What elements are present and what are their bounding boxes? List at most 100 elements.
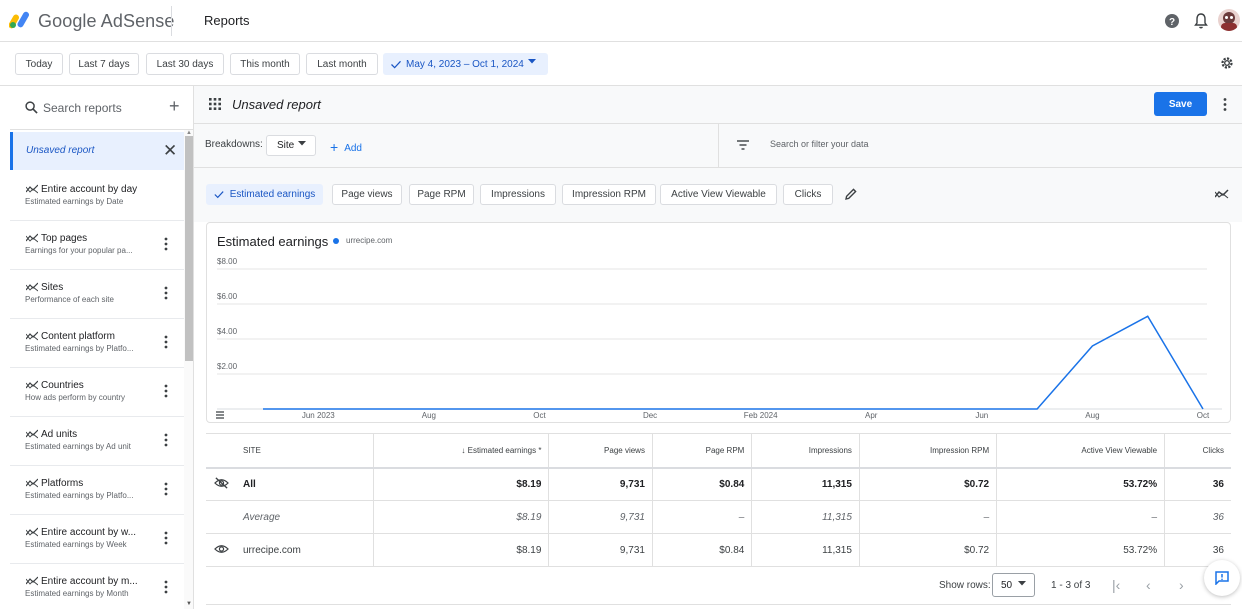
save-button[interactable]: Save	[1154, 92, 1207, 116]
report-data-table: SITE ↓ Estimated earnings * Page views P…	[206, 433, 1231, 567]
metric-impressions-chip[interactable]: Impressions	[480, 184, 556, 205]
more-vert-icon[interactable]	[164, 580, 168, 594]
sidebar-report-item[interactable]: Top pages Earnings for your popular pa...	[10, 221, 184, 270]
sidebar-report-item[interactable]: Countries How ads perform by country	[10, 368, 184, 417]
report-trend-icon	[26, 331, 38, 341]
sidebar-report-item[interactable]: Platforms Estimated earnings by Platfo...	[10, 466, 184, 515]
sidebar-report-item[interactable]: Sites Performance of each site	[10, 270, 184, 319]
col-header-site[interactable]: SITE	[206, 433, 373, 469]
search-reports[interactable]: Search reports +	[10, 86, 193, 130]
x-tick-label: Dec	[643, 411, 657, 420]
sidebar-report-item[interactable]: Entire account by w... Estimated earnings…	[10, 515, 184, 564]
report-trend-icon	[26, 478, 38, 488]
more-vert-icon[interactable]	[164, 482, 168, 496]
date-last-7-days-button[interactable]: Last 7 days	[69, 53, 139, 75]
more-vert-icon[interactable]	[164, 531, 168, 545]
help-icon[interactable]: ?	[1164, 13, 1180, 29]
prev-page-icon[interactable]: ‹	[1146, 577, 1151, 593]
more-vert-icon[interactable]	[164, 384, 168, 398]
apps-grid-icon[interactable]	[209, 98, 221, 110]
date-range-selector[interactable]: May 4, 2023 – Oct 1, 2024	[383, 53, 548, 75]
sidebar-report-description: Estimated earnings by Month	[25, 589, 129, 598]
report-trend-icon	[26, 282, 38, 292]
add-report-icon[interactable]: +	[169, 96, 180, 117]
brand-name[interactable]: Google AdSense	[38, 11, 175, 32]
sidebar-report-description: Estimated earnings by Platfo...	[25, 491, 134, 500]
report-trend-icon	[26, 576, 38, 586]
settings-gear-icon[interactable]	[1220, 56, 1234, 70]
col-header-impression-rpm[interactable]: Impression RPM	[858, 433, 997, 469]
sidebar-report-item[interactable]: Content platform Estimated earnings by Pl…	[10, 319, 184, 368]
chart-type-trend-icon[interactable]	[1215, 189, 1229, 199]
metric-label: Estimated earnings	[229, 189, 316, 200]
breakdowns-label: Breakdowns:	[205, 139, 263, 150]
date-filter-bar: Today Last 7 days Last 30 days This mont…	[0, 42, 1242, 86]
cell-impression-rpm: $0.72	[858, 467, 997, 501]
sidebar-report-name: Top pages	[41, 233, 88, 244]
col-header-active-view-viewable[interactable]: Active View Viewable	[996, 433, 1165, 469]
date-last-30-days-button[interactable]: Last 30 days	[146, 53, 224, 75]
col-header-estimated-earnings[interactable]: ↓ Estimated earnings *	[372, 433, 549, 469]
dropdown-arrow-icon	[298, 141, 306, 146]
col-header-page-views[interactable]: Page views	[548, 433, 653, 469]
metric-active-view-viewable-chip[interactable]: Active View Viewable	[660, 184, 777, 205]
metric-impression-rpm-chip[interactable]: Impression RPM	[562, 184, 656, 205]
first-page-icon[interactable]: |‹	[1112, 577, 1120, 593]
metric-page-rpm-chip[interactable]: Page RPM	[409, 184, 474, 205]
cell-impressions: 11,315	[751, 533, 860, 567]
date-this-month-button[interactable]: This month	[230, 53, 300, 75]
scroll-down-icon[interactable]: ▼	[186, 601, 192, 607]
col-header-impressions[interactable]: Impressions	[751, 433, 860, 469]
more-vert-icon[interactable]	[164, 433, 168, 447]
more-vert-icon[interactable]	[1223, 98, 1227, 111]
table-row: All $8.19 9,731 $0.84 11,315 $0.72 53.72…	[206, 467, 1231, 501]
cell-page-rpm: –	[651, 500, 752, 534]
breakdown-site-select[interactable]: Site	[266, 135, 316, 156]
y-tick-label: $8.00	[217, 257, 238, 266]
report-trend-icon	[26, 527, 38, 537]
table-pagination: Show rows: 50 1 - 3 of 3 |‹ ‹ ›	[206, 567, 1231, 605]
rows-per-page-select[interactable]: 50	[992, 573, 1035, 597]
cell-estimated-earnings: $8.19	[372, 467, 549, 501]
sidebar-report-item[interactable]: Entire account by day Estimated earnings …	[10, 172, 184, 221]
legend-series-label[interactable]: urrecipe.com	[346, 236, 392, 245]
more-vert-icon[interactable]	[164, 286, 168, 300]
metric-page-views-chip[interactable]: Page views	[332, 184, 402, 205]
show-row-button[interactable]	[206, 533, 236, 567]
table-header-row: SITE ↓ Estimated earnings * Page views P…	[206, 433, 1231, 469]
sidebar-scrollbar[interactable]: ▲ ▼	[184, 130, 193, 609]
more-vert-icon[interactable]	[164, 335, 168, 349]
metric-clicks-chip[interactable]: Clicks	[783, 184, 833, 205]
notifications-bell-icon[interactable]	[1193, 12, 1209, 30]
metric-estimated-earnings-chip[interactable]: Estimated earnings	[206, 184, 323, 205]
y-tick-label: $4.00	[217, 327, 238, 336]
cell-page-views: 9,731	[548, 467, 653, 501]
filter-data-input[interactable]: Search or filter your data	[770, 139, 869, 149]
empty-cell	[206, 500, 236, 534]
search-reports-input[interactable]: Search reports	[43, 101, 122, 115]
earnings-line-chart: $2.00 $4.00 $6.00 $8.00 Jun 2023 Aug Oct Dec Fe…	[216, 257, 1222, 420]
chart-menu-icon[interactable]	[216, 411, 224, 419]
feedback-button[interactable]	[1204, 560, 1240, 596]
scrollbar-thumb[interactable]	[185, 136, 193, 361]
hide-row-button[interactable]	[206, 467, 236, 501]
filter-icon[interactable]	[737, 140, 749, 150]
date-today-button[interactable]: Today	[15, 53, 63, 75]
col-header-clicks[interactable]: Clicks	[1164, 433, 1231, 469]
add-breakdown-label: Add	[344, 143, 362, 154]
sidebar-active-report[interactable]: Unsaved report ✕	[10, 132, 184, 170]
more-vert-icon[interactable]	[164, 237, 168, 251]
sidebar-report-description: Earnings for your popular pa...	[25, 246, 133, 255]
edit-metrics-pencil-icon[interactable]	[845, 188, 857, 200]
sidebar-report-item[interactable]: Ad units Estimated earnings by Ad unit	[10, 417, 184, 466]
account-avatar[interactable]	[1218, 9, 1240, 31]
sidebar-report-item[interactable]: Entire account by m... Estimated earnings…	[10, 564, 184, 609]
next-page-icon[interactable]: ›	[1179, 577, 1184, 593]
add-breakdown-button[interactable]: + Add	[330, 138, 362, 155]
report-title[interactable]: Unsaved report	[232, 97, 321, 112]
earnings-chart-card: $2.00 $4.00 $6.00 $8.00 Jun 2023 Aug Oct Dec Fe…	[206, 222, 1231, 423]
date-last-month-button[interactable]: Last month	[306, 53, 378, 75]
close-icon[interactable]: ✕	[163, 141, 177, 161]
adsense-logo-icon[interactable]	[9, 11, 33, 29]
col-header-page-rpm[interactable]: Page RPM	[651, 433, 752, 469]
